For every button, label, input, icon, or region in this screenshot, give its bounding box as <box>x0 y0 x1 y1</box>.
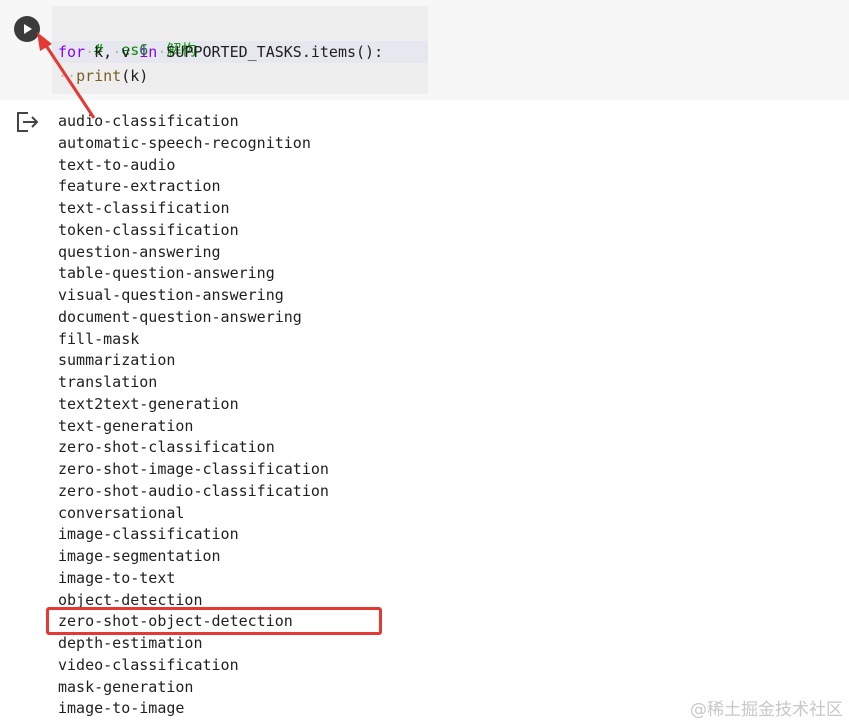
output-line: text2text-generation <box>58 394 239 413</box>
output-line: zero-shot-classification <box>58 438 275 457</box>
output-line: feature-extraction <box>58 177 221 196</box>
output-line: token-classification <box>58 220 239 239</box>
output-line: conversational <box>58 503 185 522</box>
output-line: text-to-audio <box>58 155 176 174</box>
output-line: image-classification <box>58 525 239 544</box>
code-cell: # es6 解构 for·k,·v·in·SUPPORTED_TASKS.ite… <box>0 0 849 100</box>
output-line: text-generation <box>58 416 194 435</box>
output-line: mask-generation <box>58 677 194 696</box>
keyword-in: in <box>139 43 158 61</box>
print-arguments: (k) <box>121 67 149 85</box>
call-parens: (): <box>356 43 384 61</box>
output-line: question-answering <box>58 242 221 261</box>
output-line: image-to-text <box>58 568 176 587</box>
output-line: automatic-speech-recognition <box>58 133 311 152</box>
output-line: translation <box>58 373 158 391</box>
output-line: text-classification <box>58 199 230 217</box>
output-line: table-question-answering <box>58 264 275 283</box>
loop-variable-v: v <box>121 43 131 61</box>
output-line: depth-estimation <box>58 634 203 652</box>
output-line: zero-shot-audio-classification <box>58 481 329 500</box>
output-line: zero-shot-image-classification <box>58 460 329 478</box>
iterable-expression: SUPPORTED_TASKS.items <box>166 43 357 61</box>
output-line: visual-question-answering <box>58 286 284 304</box>
output-line: video-classification <box>58 655 239 674</box>
output-line: image-segmentation <box>58 547 221 565</box>
watermark: @稀土掘金技术社区 <box>690 700 843 720</box>
output-line: fill-mask <box>58 329 140 348</box>
output-line: image-to-image <box>58 699 185 718</box>
highlight-box <box>46 607 382 635</box>
output-line: summarization <box>58 351 176 370</box>
output-line: document-question-answering <box>58 307 302 326</box>
annotation-arrow-icon <box>37 32 96 119</box>
